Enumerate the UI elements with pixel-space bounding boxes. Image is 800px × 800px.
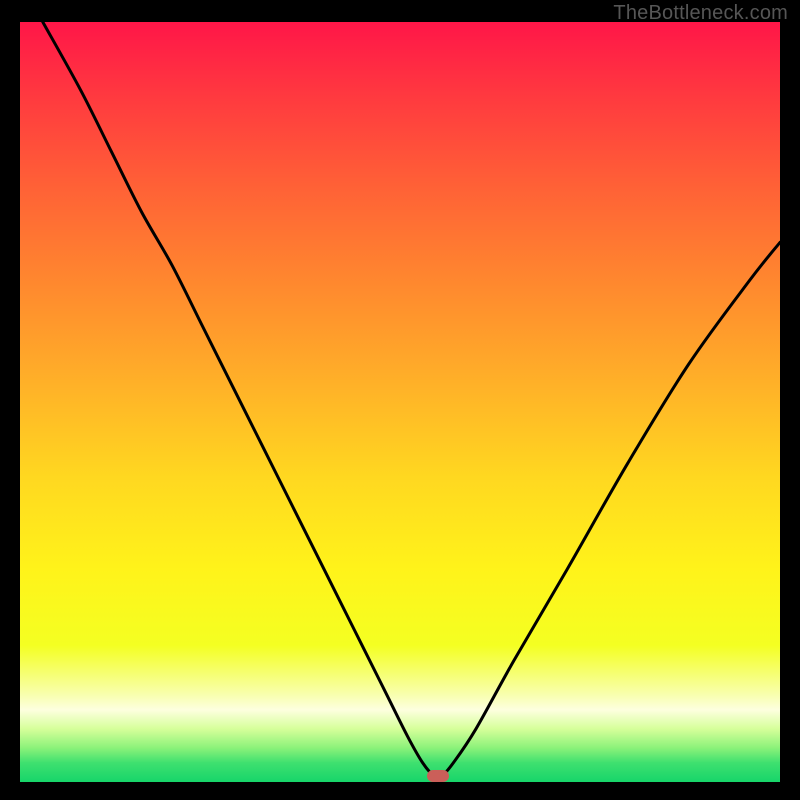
plot-area	[20, 22, 780, 782]
optimum-marker	[427, 770, 449, 782]
chart-frame: TheBottleneck.com	[0, 0, 800, 800]
bottleneck-curve	[20, 22, 780, 782]
